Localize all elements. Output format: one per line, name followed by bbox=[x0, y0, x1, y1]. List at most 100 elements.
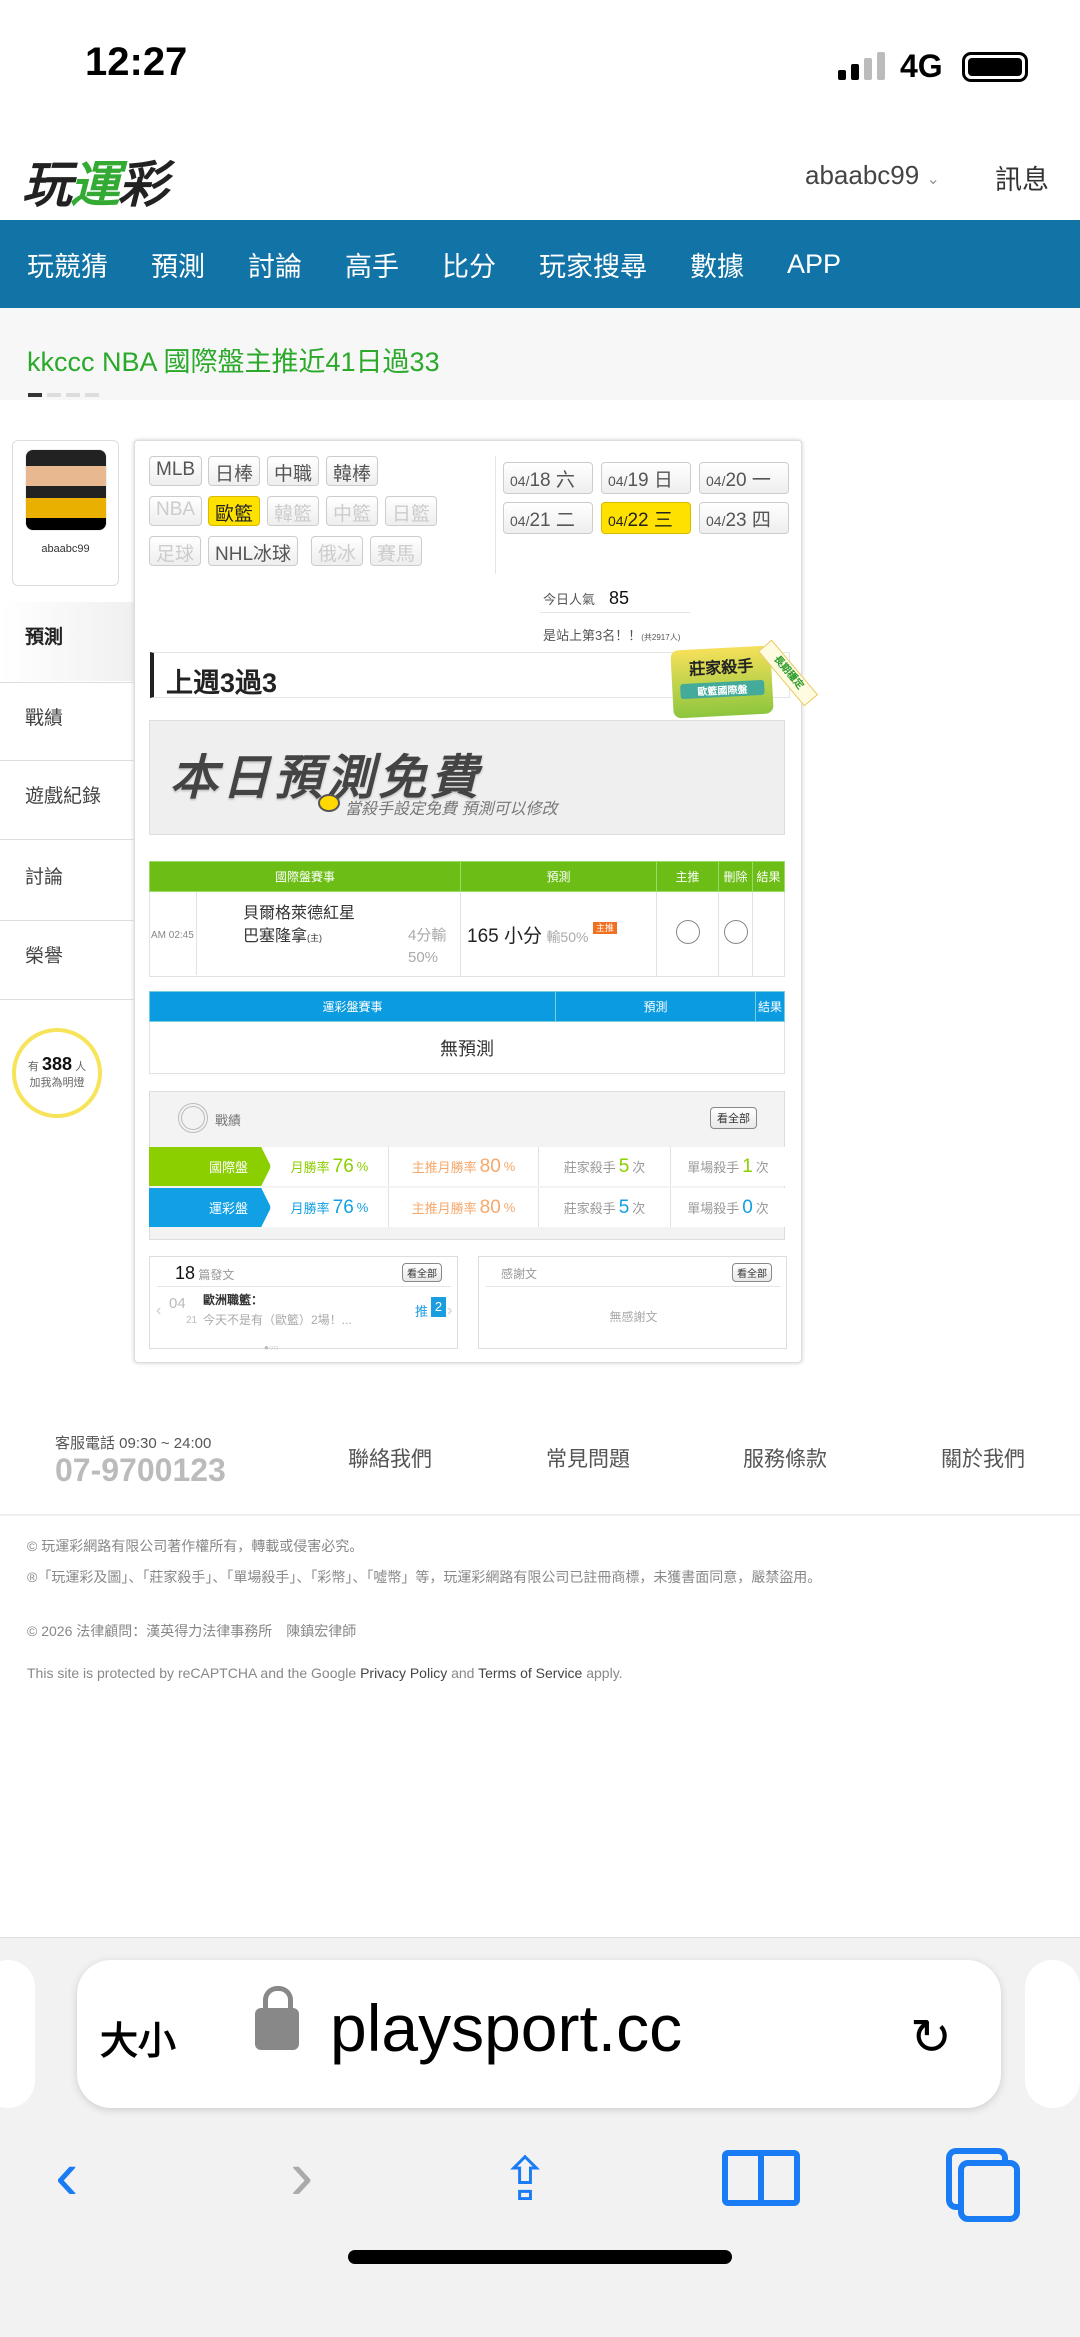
col-header: 國際盤賽事 bbox=[150, 862, 461, 892]
date-day: 22 三 bbox=[627, 510, 672, 531]
nav-item[interactable]: 玩家搜尋 bbox=[539, 245, 647, 284]
ticker-pager[interactable] bbox=[28, 393, 99, 397]
main-pick-radio[interactable] bbox=[676, 920, 700, 944]
avatar[interactable] bbox=[25, 449, 107, 531]
sport-filter-button[interactable]: 足球 bbox=[149, 536, 201, 566]
date-button[interactable]: 04/22 三 bbox=[601, 502, 691, 534]
reload-icon[interactable]: ↻ bbox=[910, 2008, 952, 2066]
col-header: 預測 bbox=[461, 862, 657, 892]
service-phone[interactable]: 07-9700123 bbox=[55, 1452, 226, 1489]
and-text: and bbox=[451, 1665, 474, 1681]
divider bbox=[540, 612, 690, 613]
footer-link-contact[interactable]: 聯絡我們 bbox=[348, 1443, 432, 1473]
date-button[interactable]: 04/23 四 bbox=[699, 502, 789, 534]
post-month: 04 bbox=[169, 1295, 186, 1312]
win-label: 月勝率 bbox=[291, 1198, 330, 1217]
sport-filter-button[interactable]: 韓籃 bbox=[267, 496, 319, 526]
unit: 次 bbox=[756, 1157, 769, 1176]
forward-icon[interactable]: › bbox=[290, 2135, 313, 2215]
date-month: 04/ bbox=[608, 473, 627, 489]
delete-radio[interactable] bbox=[724, 920, 748, 944]
messages-link[interactable]: 訊息 bbox=[995, 158, 1049, 197]
apply-text: apply. bbox=[586, 1665, 622, 1681]
popularity-label: 今日人氣 bbox=[543, 592, 595, 607]
sport-filter-button[interactable]: 賽馬 bbox=[370, 536, 422, 566]
posts-view-all-button[interactable]: 看全部 bbox=[402, 1263, 442, 1282]
sport-filter-button[interactable]: 歐籃 bbox=[208, 496, 260, 526]
sidebar-item-game-log[interactable]: 遊戲紀錄 bbox=[0, 761, 134, 840]
nav-item[interactable]: APP bbox=[787, 249, 841, 280]
home-mark: (主) bbox=[307, 933, 322, 943]
fans-suffix: 人 bbox=[75, 1061, 86, 1073]
main-label: 主推月勝率 bbox=[412, 1198, 477, 1217]
post-title[interactable]: 歐洲職籃： bbox=[203, 1291, 263, 1308]
legal-advisor: © 2026 法律顧問：漢英得力法律事務所 陳鎮宏律師 bbox=[27, 1620, 1047, 1642]
share-icon[interactable]: ⇪ bbox=[500, 2145, 550, 2215]
nav-item[interactable]: 高手 bbox=[345, 245, 399, 284]
popularity: 今日人氣85 bbox=[543, 588, 629, 609]
post-excerpt[interactable]: 今天不是有（歐籃）2場！... bbox=[203, 1311, 352, 1328]
sidebar-item-predict[interactable]: 預測 bbox=[0, 602, 134, 681]
single-label: 單場殺手 bbox=[687, 1157, 739, 1176]
col-header: 運彩盤賽事 bbox=[150, 992, 556, 1022]
tabs-icon[interactable] bbox=[958, 2160, 1020, 2222]
bookmarks-icon[interactable] bbox=[722, 2150, 800, 2206]
sport-filter-button[interactable]: 韓棒 bbox=[326, 456, 378, 486]
sidebar-item-honor[interactable]: 榮譽 bbox=[0, 921, 134, 1000]
thanks-view-all-button[interactable]: 看全部 bbox=[732, 1263, 772, 1282]
delete-cell bbox=[719, 892, 753, 977]
profile-name: abaabc99 bbox=[13, 543, 118, 555]
push-label: 推 bbox=[415, 1301, 428, 1320]
date-button[interactable]: 04/18 六 bbox=[503, 462, 593, 494]
line: 4分輸 bbox=[408, 927, 446, 944]
prev-tab[interactable] bbox=[0, 1960, 35, 2108]
chevron-right-icon[interactable]: › bbox=[447, 1302, 452, 1320]
nav-item[interactable]: 討論 bbox=[248, 245, 302, 284]
intl-predictions-table: 國際盤賽事預測主推刪除結果 AM 02:45 貝爾格萊德紅星 巴塞隆拿(主) 4… bbox=[149, 861, 785, 977]
single-count: 1 bbox=[742, 1156, 753, 1178]
sport-filter-button[interactable]: MLB bbox=[149, 456, 202, 486]
sport-filter-button[interactable]: 中職 bbox=[267, 456, 319, 486]
nav-item[interactable]: 預測 bbox=[151, 245, 205, 284]
sport-filter-button[interactable]: NBA bbox=[149, 496, 202, 526]
footer-link-faq[interactable]: 常見問題 bbox=[546, 1443, 630, 1473]
ticker-link[interactable]: kkccc NBA 國際盤主推近41日過33 bbox=[27, 340, 440, 379]
banker-label: 莊家殺手 bbox=[564, 1198, 616, 1217]
fans-bulb[interactable]: 有 388 人加我為明燈 bbox=[12, 1028, 102, 1118]
date-month: 04/ bbox=[510, 473, 529, 489]
terms-link[interactable]: Terms of Service bbox=[478, 1665, 582, 1681]
rank-text: 是站上第3名！！ bbox=[543, 628, 641, 643]
footer-link-about[interactable]: 關於我們 bbox=[941, 1443, 1025, 1473]
banner-subtitle: 當殺手設定免費 預測可以修改 bbox=[345, 795, 557, 819]
lock-icon bbox=[255, 2008, 299, 2050]
copyright: © 玩運彩網路有限公司著作權所有，轉載或侵害必究。 bbox=[27, 1535, 1047, 1557]
url-domain[interactable]: playsport.cc bbox=[330, 1990, 682, 2066]
sport-filter-button[interactable]: 日棒 bbox=[208, 456, 260, 486]
date-button[interactable]: 04/21 二 bbox=[503, 502, 593, 534]
sport-filter-button[interactable]: 日籃 bbox=[385, 496, 437, 526]
pager-dots[interactable]: ●○○ bbox=[264, 1343, 279, 1352]
sport-filter-button[interactable]: 俄冰 bbox=[311, 536, 363, 566]
nav-item[interactable]: 玩競猜 bbox=[27, 245, 108, 284]
nav-item[interactable]: 數據 bbox=[690, 245, 744, 284]
text-size-button[interactable]: 大小 bbox=[100, 2010, 176, 2065]
back-icon[interactable]: ‹ bbox=[55, 2135, 78, 2215]
site-logo[interactable]: 玩運彩 bbox=[22, 145, 166, 217]
date-month: 04/ bbox=[706, 513, 725, 529]
privacy-link[interactable]: Privacy Policy bbox=[360, 1665, 447, 1681]
sport-filter-button[interactable]: 中籃 bbox=[326, 496, 378, 526]
date-button[interactable]: 04/20 一 bbox=[699, 462, 789, 494]
main-pick-cell bbox=[657, 892, 719, 977]
sport-filter-button[interactable]: NHL冰球 bbox=[208, 536, 298, 566]
record-view-all-button[interactable]: 看全部 bbox=[710, 1107, 757, 1129]
date-button[interactable]: 04/19 日 bbox=[601, 462, 691, 494]
sidebar-item-discussion[interactable]: 討論 bbox=[0, 842, 134, 921]
sidebar-item-record[interactable]: 戰績 bbox=[0, 682, 134, 761]
next-tab[interactable] bbox=[1025, 1960, 1080, 2108]
signal-icon bbox=[838, 52, 885, 80]
nav-item[interactable]: 比分 bbox=[442, 245, 496, 284]
chevron-left-icon[interactable]: ‹ bbox=[156, 1302, 161, 1320]
user-menu[interactable]: abaabc99 ⌄ bbox=[805, 160, 940, 191]
lightbulb-icon bbox=[318, 794, 340, 812]
footer-link-terms[interactable]: 服務條款 bbox=[743, 1443, 827, 1473]
